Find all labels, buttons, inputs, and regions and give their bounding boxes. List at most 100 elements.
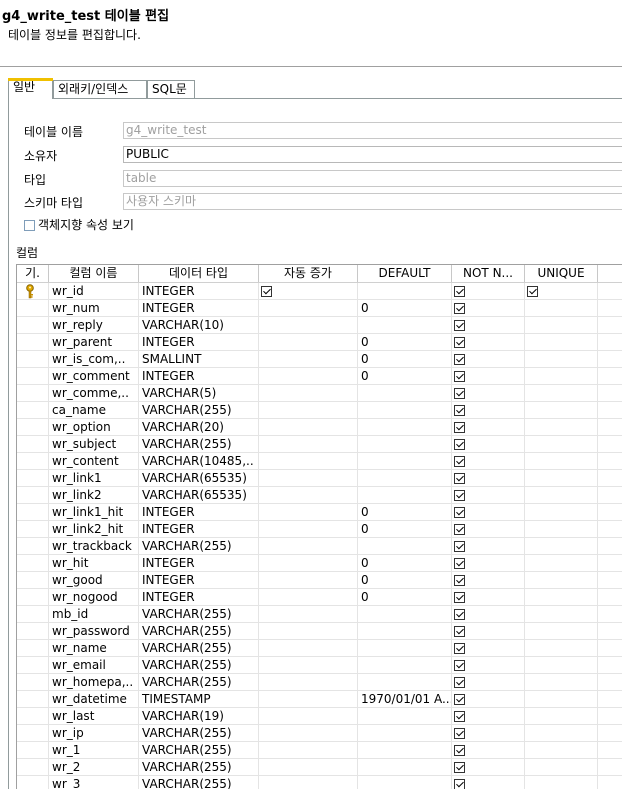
column-name-cell[interactable]: wr_datetime — [49, 691, 139, 708]
auto-increment-cell[interactable] — [259, 470, 358, 487]
table-row[interactable]: wr_hit INTEGER 0 — [17, 555, 622, 572]
header-default[interactable]: DEFAULT — [358, 265, 452, 282]
not-null-checkbox[interactable] — [454, 439, 465, 450]
unique-cell[interactable] — [525, 504, 598, 521]
table-row[interactable]: wr_nogood INTEGER 0 — [17, 589, 622, 606]
data-type-cell[interactable]: VARCHAR(5) — [139, 385, 259, 402]
object-oriented-option[interactable]: 객체지향 속성 보기 — [24, 216, 134, 233]
not-null-cell[interactable] — [452, 674, 525, 691]
default-cell[interactable]: 0 — [358, 300, 452, 317]
unique-cell[interactable] — [525, 742, 598, 759]
header-key[interactable]: 기. — [17, 265, 49, 282]
data-type-cell[interactable]: INTEGER — [139, 504, 259, 521]
key-cell[interactable] — [17, 283, 49, 300]
default-cell[interactable] — [358, 776, 452, 789]
header-auto-increment[interactable]: 자동 증가 — [259, 265, 358, 282]
default-cell[interactable]: 0 — [358, 521, 452, 538]
auto-increment-cell[interactable] — [259, 589, 358, 606]
data-type-cell[interactable]: VARCHAR(10485,.. — [139, 453, 259, 470]
unique-cell[interactable] — [525, 691, 598, 708]
unique-cell[interactable] — [525, 300, 598, 317]
unique-cell[interactable] — [525, 436, 598, 453]
not-null-cell[interactable] — [452, 453, 525, 470]
auto-increment-cell[interactable] — [259, 657, 358, 674]
not-null-cell[interactable] — [452, 470, 525, 487]
auto-increment-cell[interactable] — [259, 555, 358, 572]
default-cell[interactable] — [358, 385, 452, 402]
default-cell[interactable] — [358, 725, 452, 742]
default-cell[interactable] — [358, 453, 452, 470]
table-row[interactable]: wr_is_com,.. SMALLINT 0 — [17, 351, 622, 368]
column-name-cell[interactable]: wr_link2 — [49, 487, 139, 504]
default-cell[interactable] — [358, 470, 452, 487]
table-row[interactable]: wr_good INTEGER 0 — [17, 572, 622, 589]
key-cell[interactable] — [17, 521, 49, 538]
key-cell[interactable] — [17, 606, 49, 623]
not-null-checkbox[interactable] — [454, 371, 465, 382]
unique-cell[interactable] — [525, 334, 598, 351]
data-type-cell[interactable]: VARCHAR(255) — [139, 606, 259, 623]
data-type-cell[interactable]: VARCHAR(255) — [139, 674, 259, 691]
table-row[interactable]: wr_link2_hit INTEGER 0 — [17, 521, 622, 538]
data-type-cell[interactable]: INTEGER — [139, 334, 259, 351]
table-row[interactable]: wr_1 VARCHAR(255) — [17, 742, 622, 759]
default-cell[interactable]: 0 — [358, 555, 452, 572]
not-null-cell[interactable] — [452, 538, 525, 555]
unique-cell[interactable] — [525, 283, 598, 300]
auto-increment-cell[interactable] — [259, 691, 358, 708]
unique-cell[interactable] — [525, 708, 598, 725]
not-null-checkbox[interactable] — [454, 303, 465, 314]
column-name-cell[interactable]: wr_comme,.. — [49, 385, 139, 402]
column-name-cell[interactable]: wr_nogood — [49, 589, 139, 606]
column-name-cell[interactable]: wr_trackback — [49, 538, 139, 555]
key-cell[interactable] — [17, 334, 49, 351]
key-cell[interactable] — [17, 572, 49, 589]
table-row[interactable]: wr_3 VARCHAR(255) — [17, 776, 622, 789]
data-type-cell[interactable]: VARCHAR(10) — [139, 317, 259, 334]
tab-sql[interactable]: SQL문 — [147, 80, 195, 98]
key-cell[interactable] — [17, 674, 49, 691]
not-null-checkbox[interactable] — [454, 660, 465, 671]
unique-checkbox[interactable] — [527, 286, 538, 297]
not-null-cell[interactable] — [452, 589, 525, 606]
data-type-cell[interactable]: INTEGER — [139, 300, 259, 317]
not-null-cell[interactable] — [452, 521, 525, 538]
table-row[interactable]: wr_option VARCHAR(20) — [17, 419, 622, 436]
not-null-cell[interactable] — [452, 283, 525, 300]
column-name-cell[interactable]: wr_link1 — [49, 470, 139, 487]
default-cell[interactable] — [358, 657, 452, 674]
key-cell[interactable] — [17, 436, 49, 453]
default-cell[interactable] — [358, 402, 452, 419]
table-row[interactable]: wr_num INTEGER 0 — [17, 300, 622, 317]
default-cell[interactable] — [358, 436, 452, 453]
not-null-cell[interactable] — [452, 300, 525, 317]
key-cell[interactable] — [17, 555, 49, 572]
not-null-checkbox[interactable] — [454, 337, 465, 348]
tab-general[interactable]: 일반 — [8, 78, 53, 99]
column-name-cell[interactable]: wr_hit — [49, 555, 139, 572]
default-cell[interactable] — [358, 623, 452, 640]
unique-cell[interactable] — [525, 402, 598, 419]
not-null-checkbox[interactable] — [454, 711, 465, 722]
unique-cell[interactable] — [525, 606, 598, 623]
not-null-cell[interactable] — [452, 572, 525, 589]
not-null-checkbox[interactable] — [454, 286, 465, 297]
auto-increment-cell[interactable] — [259, 334, 358, 351]
not-null-checkbox[interactable] — [454, 473, 465, 484]
auto-increment-cell[interactable] — [259, 776, 358, 789]
not-null-checkbox[interactable] — [454, 592, 465, 603]
column-name-cell[interactable]: wr_parent — [49, 334, 139, 351]
data-type-cell[interactable]: INTEGER — [139, 521, 259, 538]
table-row[interactable]: wr_password VARCHAR(255) — [17, 623, 622, 640]
column-name-cell[interactable]: wr_link1_hit — [49, 504, 139, 521]
not-null-cell[interactable] — [452, 776, 525, 789]
not-null-checkbox[interactable] — [454, 694, 465, 705]
not-null-checkbox[interactable] — [454, 507, 465, 518]
not-null-cell[interactable] — [452, 351, 525, 368]
column-name-cell[interactable]: wr_2 — [49, 759, 139, 776]
unique-cell[interactable] — [525, 368, 598, 385]
key-cell[interactable] — [17, 385, 49, 402]
default-cell[interactable] — [358, 317, 452, 334]
key-cell[interactable] — [17, 640, 49, 657]
column-name-cell[interactable]: wr_num — [49, 300, 139, 317]
